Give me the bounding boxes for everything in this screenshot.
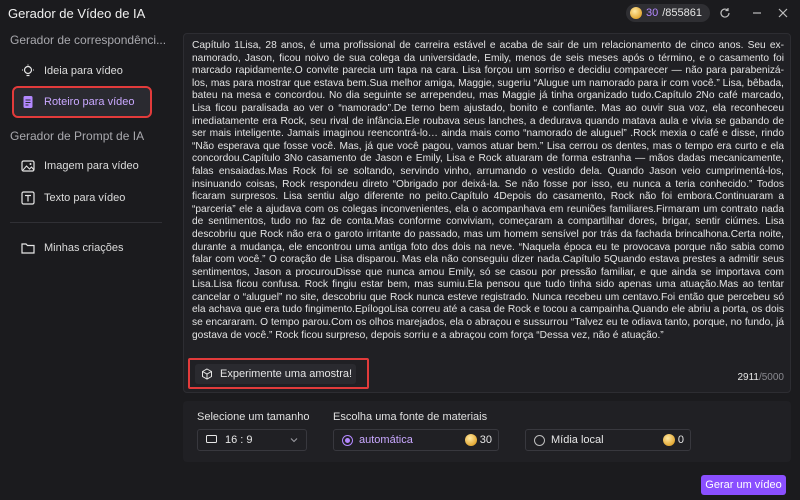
sidebar-item-label: Ideia para vídeo bbox=[44, 65, 123, 77]
options-panel: Selecione um tamanho 16 : 9 Escolha uma … bbox=[183, 401, 791, 462]
sidebar-item-script-to-video[interactable]: Roteiro para vídeo bbox=[12, 86, 152, 118]
coin-icon bbox=[464, 434, 477, 446]
size-label: Selecione um tamanho bbox=[197, 411, 310, 423]
char-counter: 2911/5000 bbox=[737, 372, 784, 383]
close-icon[interactable] bbox=[774, 4, 792, 22]
radio-unselected-icon bbox=[534, 434, 545, 446]
coin-icon bbox=[630, 7, 642, 19]
source-label: Escolha uma fonte de materiais bbox=[333, 411, 488, 423]
title-bar: Gerador de Vídeo de IA 30/855861 bbox=[0, 0, 800, 26]
app-title: Gerador de Vídeo de IA bbox=[8, 6, 146, 21]
sidebar-item-text-to-video[interactable]: Texto para vídeo bbox=[14, 184, 150, 212]
refresh-icon[interactable] bbox=[716, 4, 734, 22]
document-icon bbox=[20, 94, 36, 110]
script-editor[interactable]: Capítulo 1Lisa, 28 anos, é uma profissio… bbox=[183, 33, 791, 393]
sidebar: Gerador de correspondênci... Ideia para … bbox=[0, 26, 172, 500]
cost-value: 0 bbox=[677, 434, 684, 446]
image-icon bbox=[20, 158, 36, 174]
chevron-down-icon bbox=[290, 434, 298, 446]
generate-video-button[interactable]: Gerar um vídeo bbox=[701, 475, 786, 495]
sidebar-divider bbox=[10, 222, 162, 223]
coin-icon bbox=[662, 434, 675, 446]
script-text[interactable]: Capítulo 1Lisa, 28 anos, é uma profissio… bbox=[192, 40, 784, 352]
sidebar-section-title: Gerador de Prompt de IA bbox=[10, 129, 145, 143]
sidebar-section-title: Gerador de correspondênci... bbox=[10, 33, 165, 47]
cost-value: 30 bbox=[479, 434, 492, 446]
folder-icon bbox=[20, 240, 36, 256]
source-local-label: Mídia local bbox=[551, 434, 604, 446]
sidebar-item-idea-to-video[interactable]: Ideia para vídeo bbox=[14, 57, 150, 85]
sidebar-item-label: Minhas criações bbox=[44, 242, 124, 254]
aspect-ratio-value: 16 : 9 bbox=[225, 434, 253, 446]
minimize-icon[interactable] bbox=[748, 4, 766, 22]
cost-badge: 0 bbox=[662, 434, 684, 446]
char-max: /5000 bbox=[758, 372, 784, 383]
char-count: 2911 bbox=[737, 372, 759, 383]
cost-badge: 30 bbox=[464, 434, 492, 446]
sidebar-item-label: Roteiro para vídeo bbox=[44, 96, 135, 108]
lightbulb-icon bbox=[20, 63, 36, 79]
sidebar-item-image-to-video[interactable]: Imagem para vídeo bbox=[14, 152, 150, 180]
credits-badge[interactable]: 30/855861 bbox=[626, 4, 711, 22]
try-sample-label: Experimente uma amostra! bbox=[220, 367, 353, 380]
sidebar-item-label: Imagem para vídeo bbox=[44, 160, 139, 172]
aspect-ratio-icon bbox=[206, 434, 217, 446]
sidebar-item-label: Texto para vídeo bbox=[44, 192, 126, 204]
try-sample-button[interactable]: Experimente uma amostra! bbox=[188, 358, 369, 389]
credits-used: 30 bbox=[646, 7, 659, 19]
source-automatic-label: automática bbox=[359, 434, 413, 446]
cube-icon bbox=[199, 366, 215, 382]
credits-total: /855861 bbox=[662, 7, 703, 19]
sidebar-item-my-creations[interactable]: Minhas criações bbox=[14, 234, 150, 262]
text-icon bbox=[20, 190, 36, 206]
source-local-option[interactable]: Mídia local 0 bbox=[525, 429, 691, 451]
source-automatic-option[interactable]: automática 30 bbox=[333, 429, 499, 451]
aspect-ratio-select[interactable]: 16 : 9 bbox=[197, 429, 307, 451]
radio-selected-icon bbox=[342, 434, 353, 446]
